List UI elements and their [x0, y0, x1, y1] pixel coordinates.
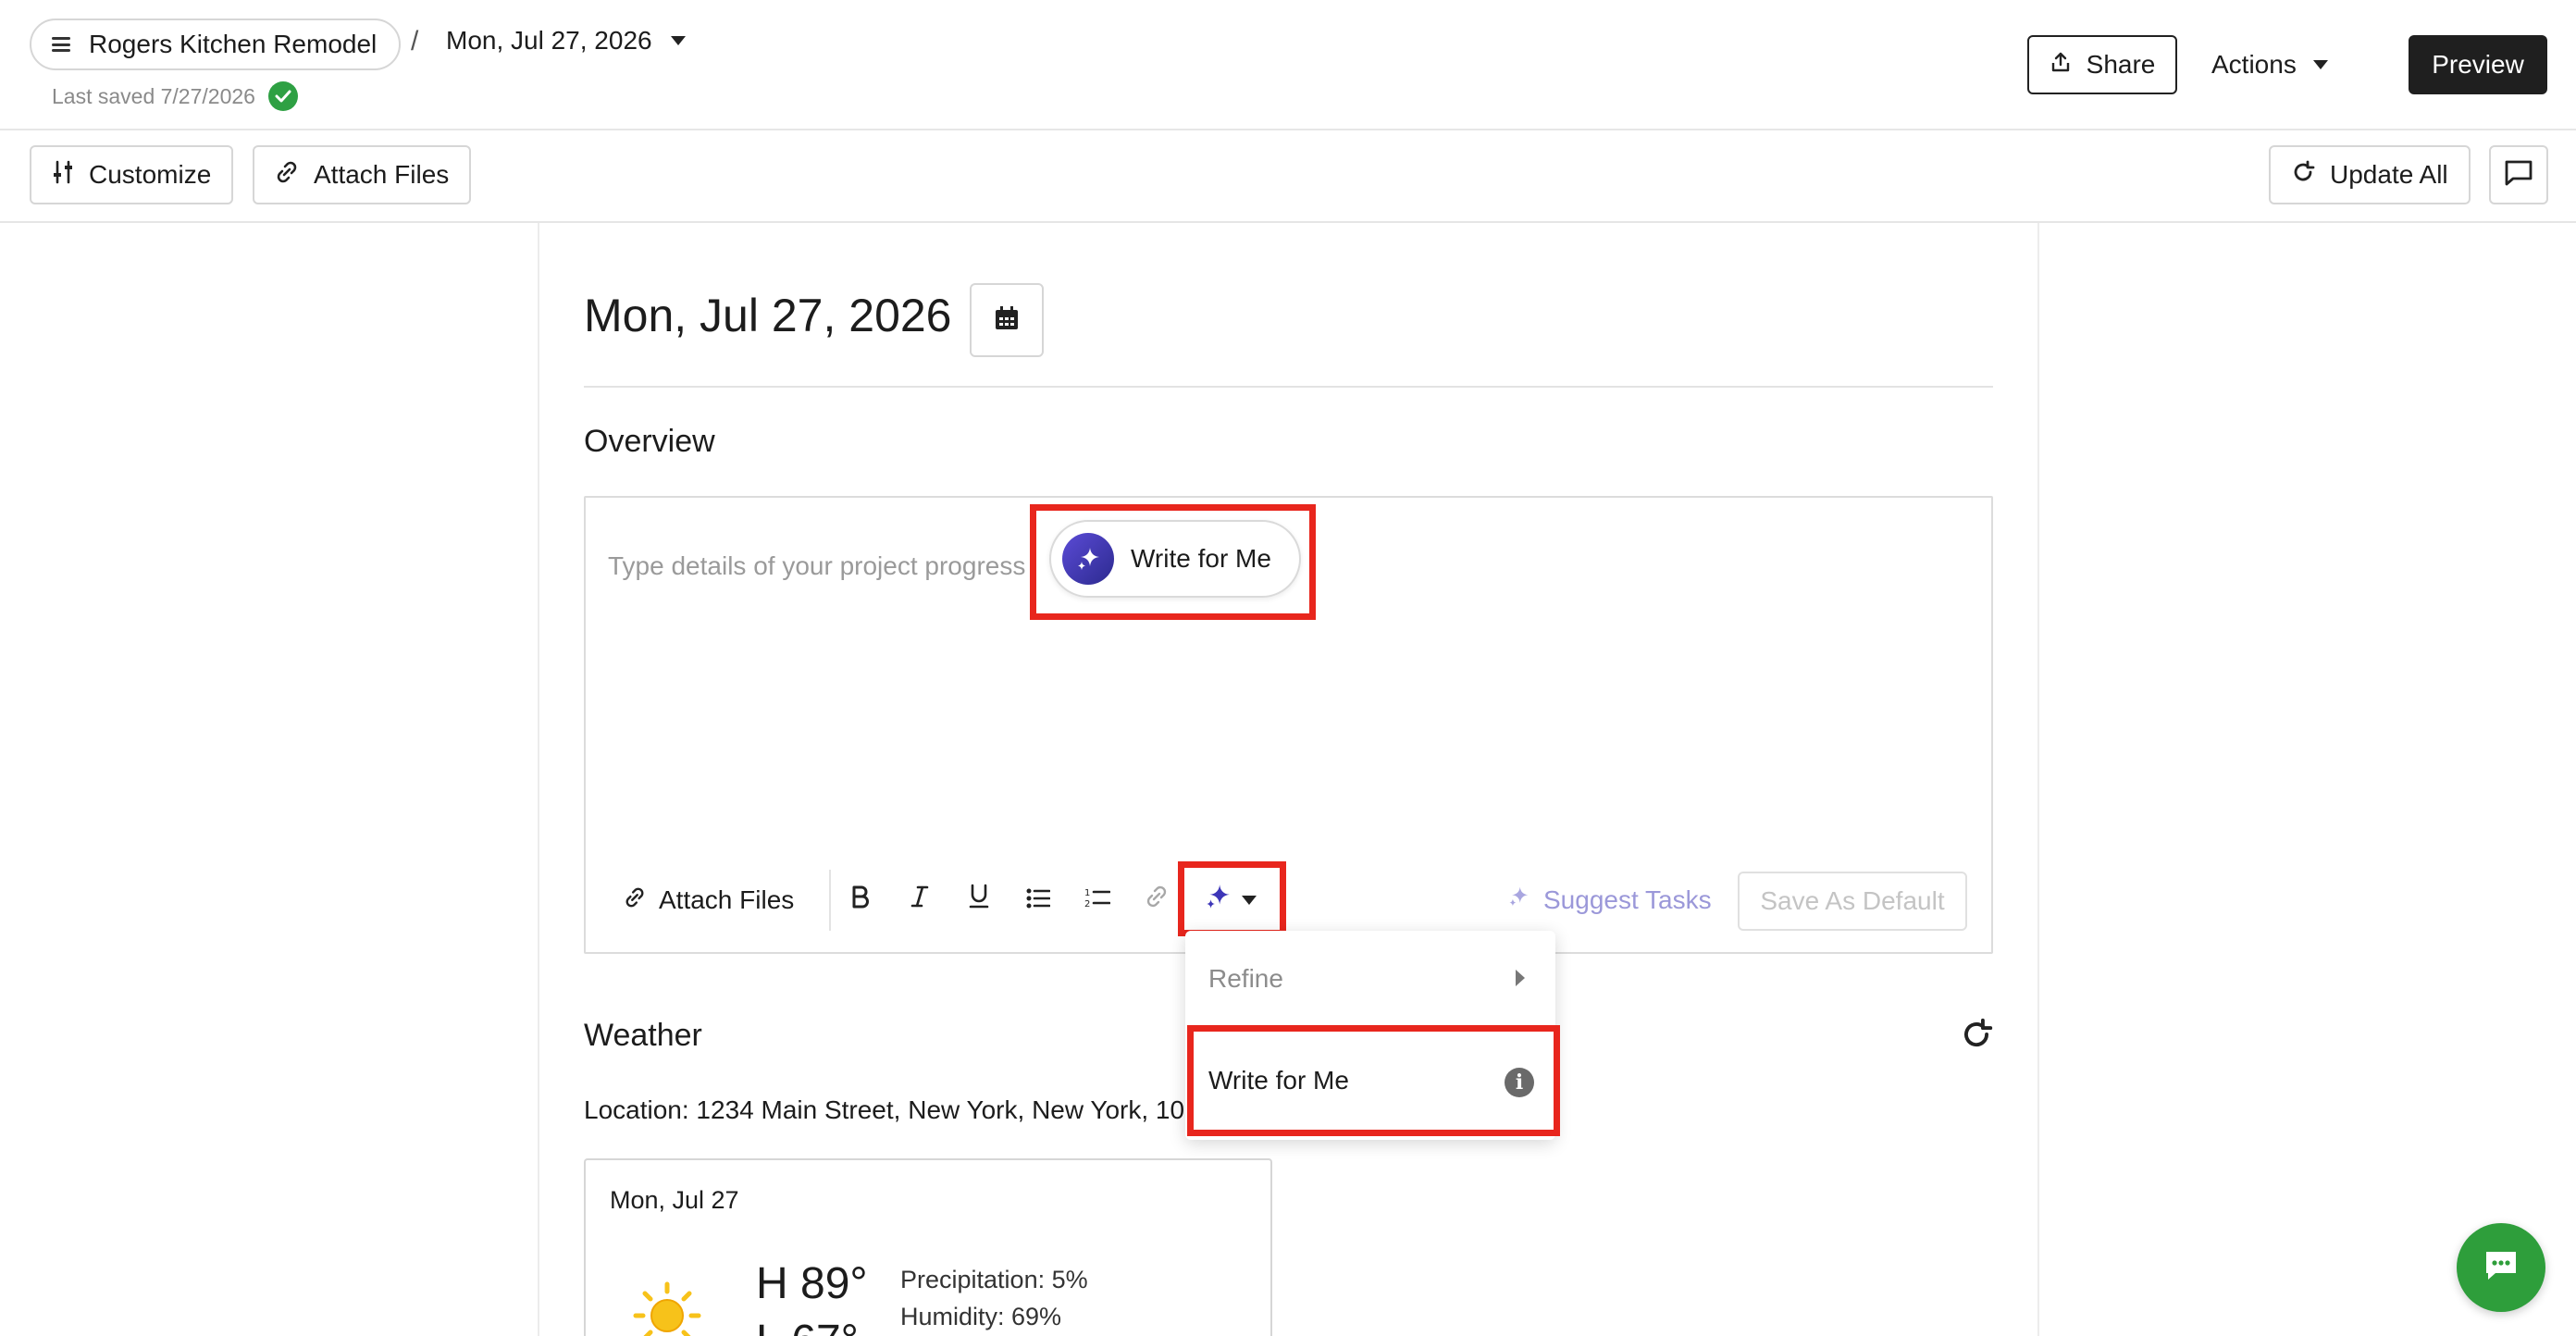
breadcrumb-date-dropdown[interactable]: Mon, Jul 27, 2026 — [446, 26, 686, 56]
actions-label: Actions — [2211, 50, 2297, 79]
weather-low: L 67° — [756, 1316, 859, 1336]
report-date-title: Mon, Jul 27, 2026 — [584, 290, 952, 341]
share-button[interactable]: Share — [2027, 35, 2177, 94]
update-all-label: Update All — [2330, 160, 2448, 189]
menu-item-refine[interactable]: Refine — [1208, 964, 1283, 994]
svg-text:1: 1 — [1084, 888, 1090, 898]
attach-files-button[interactable]: Attach Files — [253, 145, 472, 204]
save-as-default-button[interactable]: Save As Default — [1738, 872, 1967, 931]
editor-attach-files-label: Attach Files — [659, 885, 795, 914]
chat-support-button[interactable] — [2457, 1223, 2545, 1312]
paperclip-icon — [275, 160, 299, 191]
weather-heading: Weather — [584, 1018, 702, 1053]
sliders-icon — [52, 160, 74, 191]
paperclip-icon — [624, 885, 646, 915]
editor-attach-files-button[interactable]: Attach Files — [624, 877, 827, 923]
weather-refresh-button[interactable] — [1960, 1018, 1997, 1055]
bold-icon — [850, 884, 871, 916]
save-status: Last saved 7/27/2026 — [52, 81, 298, 111]
suggest-tasks-label: Suggest Tasks — [1543, 884, 1712, 914]
update-all-button[interactable]: Update All — [2269, 145, 2471, 204]
numbered-list-icon: 12 — [1084, 884, 1111, 916]
svg-text:2: 2 — [1084, 899, 1090, 909]
preview-button[interactable]: Preview — [2409, 35, 2547, 94]
underline-icon — [968, 884, 990, 917]
customize-button[interactable]: Customize — [30, 145, 234, 204]
refresh-icon — [1960, 1018, 1993, 1055]
title-divider — [584, 386, 1993, 388]
weather-day-card: Mon, Jul 27 H 89° L 67° Precipitation: 5… — [584, 1158, 1272, 1336]
highlight-box-menu-item — [1187, 1025, 1560, 1136]
weather-day-label: Mon, Jul 27 — [610, 1186, 739, 1214]
bullet-list-button[interactable] — [1016, 877, 1060, 923]
comment-icon — [2504, 159, 2533, 192]
last-saved-text: Last saved 7/27/2026 — [52, 83, 255, 108]
project-menu-button[interactable]: Rogers Kitchen Remodel — [30, 19, 402, 70]
sparkle-icon — [1506, 884, 1530, 915]
weather-high: H 89° — [756, 1259, 868, 1308]
toolbar-separator — [829, 870, 831, 931]
italic-button[interactable] — [898, 877, 942, 923]
top-bar: Rogers Kitchen Remodel / Mon, Jul 27, 20… — [0, 0, 2576, 130]
comments-button[interactable] — [2489, 145, 2548, 204]
chevron-down-icon — [670, 36, 686, 45]
highlight-box-ai-button — [1178, 861, 1286, 936]
share-icon — [2050, 50, 2072, 80]
overview-heading: Overview — [584, 424, 715, 459]
share-label: Share — [2086, 50, 2156, 79]
report-toolbar: Customize Attach Files Update All — [0, 130, 2576, 223]
check-circle-icon — [267, 81, 298, 111]
attach-files-label: Attach Files — [314, 160, 450, 189]
customize-label: Customize — [89, 160, 212, 189]
link-button[interactable] — [1134, 877, 1179, 923]
weather-humidity: Humidity: 69% — [900, 1303, 1062, 1330]
link-icon — [1145, 884, 1169, 916]
highlight-box-chip — [1030, 504, 1316, 620]
chevron-right-icon — [1516, 970, 1525, 986]
numbered-list-button[interactable]: 12 — [1075, 877, 1120, 923]
menu-icon — [52, 37, 70, 52]
sun-icon — [630, 1279, 704, 1336]
date-picker-button[interactable] — [970, 283, 1044, 357]
weather-precipitation: Precipitation: 5% — [900, 1266, 1088, 1293]
italic-icon — [910, 884, 930, 916]
editor-placeholder: Type details of your project progress — [608, 551, 1026, 580]
chevron-down-icon — [2312, 60, 2328, 69]
refresh-icon — [2291, 160, 2315, 191]
actions-dropdown[interactable]: Actions — [2211, 35, 2328, 94]
chat-icon — [2483, 1249, 2520, 1287]
bullet-list-icon — [1026, 884, 1051, 916]
breadcrumb-separator: / — [411, 26, 419, 56]
weather-location: Location: 1234 Main Street, New York, Ne… — [584, 1095, 1185, 1124]
breadcrumb-date: Mon, Jul 27, 2026 — [446, 26, 652, 55]
bold-button[interactable] — [838, 877, 883, 923]
calendar-icon — [994, 305, 1020, 336]
suggest-tasks-button[interactable]: Suggest Tasks — [1506, 884, 1712, 915]
project-name: Rogers Kitchen Remodel — [89, 30, 378, 58]
underline-button[interactable] — [957, 877, 1001, 923]
